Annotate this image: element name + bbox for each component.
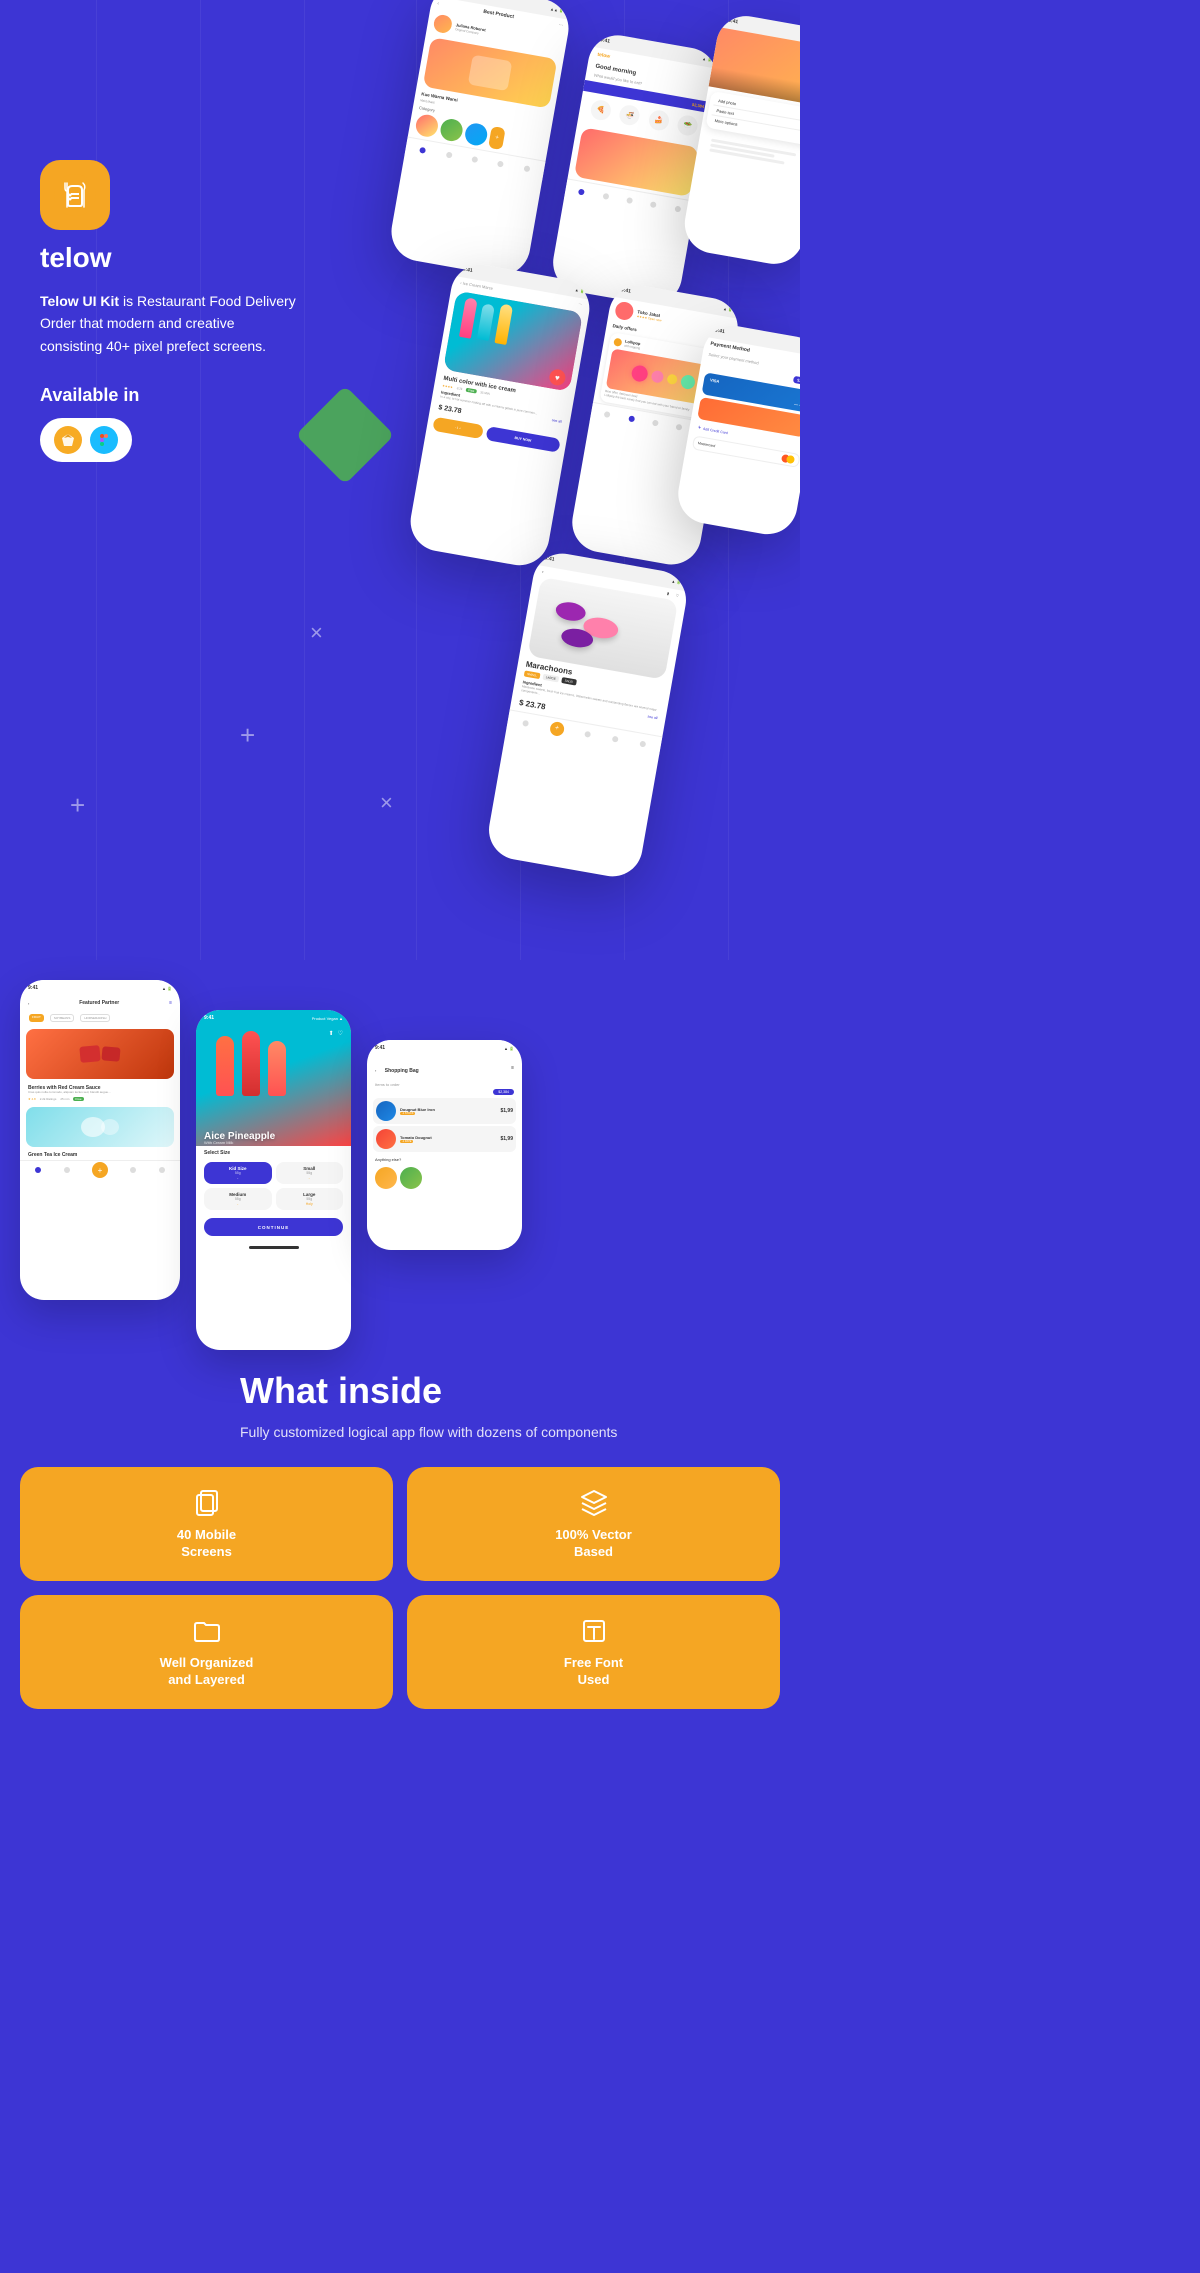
available-label: Available in (40, 385, 300, 406)
copy-icon (191, 1487, 223, 1519)
brand-name: telow (40, 242, 300, 274)
deco-x-1: × (310, 620, 323, 646)
what-inside-title: What inside (240, 1370, 780, 1412)
font-label: Free FontUsed (564, 1655, 623, 1689)
vector-based-label: 100% VectorBased (555, 1527, 632, 1561)
what-inside-section: 9:41▲ 🔋 ‹ Featured Partner ≡ FRUIT SOYBE… (0, 960, 800, 1789)
feature-card-font: Free FontUsed (407, 1595, 780, 1709)
mobile-screens-label: 40 MobileScreens (177, 1527, 236, 1561)
phone-screen-6: 9:41▲ 🔋 ‹ ⬆ ♡ Marachoons SMALL LARGE (484, 549, 690, 881)
phone-featured-partner: 9:41▲ 🔋 ‹ Featured Partner ≡ FRUIT SOYBE… (20, 980, 180, 1300)
deco-plus-2: + (70, 790, 85, 821)
features-grid: 40 MobileScreens 100% VectorBased Well O… (0, 1467, 800, 1729)
deco-plus-1: + (240, 720, 255, 751)
phone-aice-pineapple: 9:41Product Vegan ▲ Aice Pineapple With … (196, 1010, 351, 1350)
logo-icon (40, 160, 110, 230)
hero-description: Telow UI Kit is Restaurant Food Delivery… (40, 290, 300, 357)
folder-icon (191, 1615, 223, 1647)
phone-screen-4: 9:41▲ 🔋 ‹ Ice Cream Marce⋯ ♥ Multi color… (406, 260, 594, 570)
what-inside-layout: What inside Fully customized logical app… (0, 1350, 800, 1467)
phone-screen-1: 9:41▲▲ 🔋 ‹Best Product⋯ Juliana Roberot … (387, 0, 573, 280)
tools-badge (40, 418, 132, 462)
sketch-icon (54, 426, 82, 454)
layers-icon (578, 1487, 610, 1519)
phone-shopping-bag-container: 9:41▲ 🔋 ‹ Shopping Bag ≡ Items to order … (367, 1040, 522, 1350)
feature-card-organized: Well Organizedand Layered (20, 1595, 393, 1709)
bottom-phones-area: 9:41▲ 🔋 ‹ Featured Partner ≡ FRUIT SOYBE… (0, 960, 800, 1350)
what-inside-text: What inside Fully customized logical app… (240, 1370, 780, 1467)
what-inside-subtitle: Fully customized logical app flow with d… (240, 1422, 780, 1443)
text-icon (578, 1615, 610, 1647)
hero-left-content: telow Telow UI Kit is Restaurant Food De… (40, 160, 300, 462)
hero-section: telow Telow UI Kit is Restaurant Food De… (0, 0, 800, 960)
feature-card-vector: 100% VectorBased (407, 1467, 780, 1581)
feature-card-mobile-screens: 40 MobileScreens (20, 1467, 393, 1581)
organized-label: Well Organizedand Layered (160, 1655, 254, 1689)
screens-cluster: 9:41▲▲ 🔋 ‹Best Product⋯ Juliana Roberot … (350, 0, 800, 960)
phone-shopping-bag: 9:41▲ 🔋 ‹ Shopping Bag ≡ Items to order … (367, 1040, 522, 1250)
figma-icon (90, 426, 118, 454)
